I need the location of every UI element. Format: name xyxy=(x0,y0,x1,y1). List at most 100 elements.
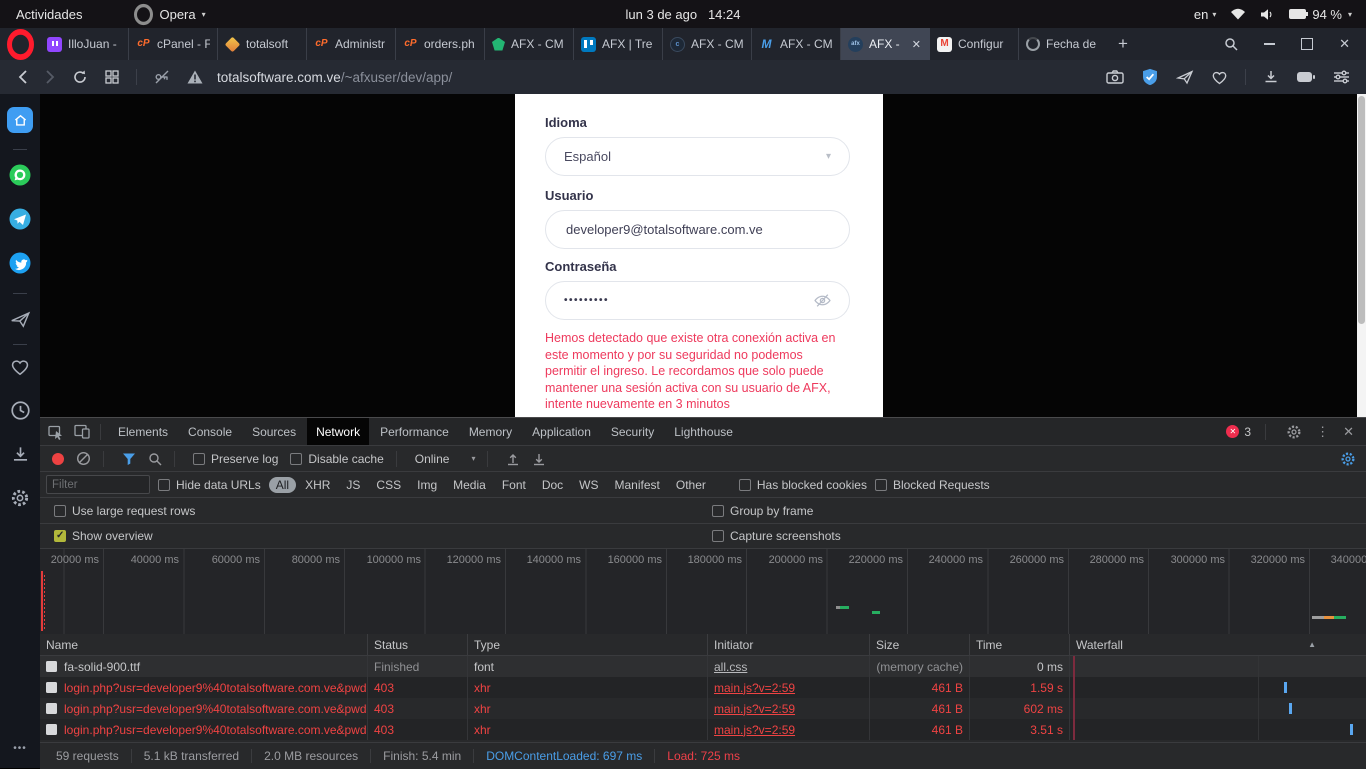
keyboard-layout[interactable]: en ▾ xyxy=(1194,7,1216,22)
kebab-menu-icon[interactable]: ⋮ xyxy=(1316,424,1329,440)
activities-button[interactable]: Actividades xyxy=(0,0,98,28)
table-row[interactable]: login.php?usr=developer9%40totalsoftware… xyxy=(40,698,1366,719)
filter-pill-other[interactable]: Other xyxy=(669,477,713,493)
my-flow-plane-icon[interactable] xyxy=(9,309,31,328)
devtools-close-icon[interactable]: ✕ xyxy=(1343,424,1354,440)
close-window-icon[interactable]: ✕ xyxy=(1339,36,1350,52)
tab-totalsoft[interactable]: totalsoft xyxy=(218,28,307,60)
tab-sources[interactable]: Sources xyxy=(243,418,305,445)
request-initiator-link[interactable]: main.js?v=2:59 xyxy=(714,681,795,695)
tab-afx-cms-3[interactable]: M AFX - CM xyxy=(752,28,841,60)
settings-gear-icon[interactable] xyxy=(10,488,30,508)
request-initiator-link[interactable]: all.css xyxy=(714,660,747,674)
speed-dial-home-icon[interactable] xyxy=(7,107,33,133)
tab-orders[interactable]: cP orders.ph xyxy=(396,28,485,60)
telegram-icon[interactable] xyxy=(8,207,32,231)
tab-elements[interactable]: Elements xyxy=(109,418,177,445)
downloads-icon[interactable] xyxy=(1263,69,1279,85)
search-icon[interactable] xyxy=(1224,37,1238,51)
preserve-log-checkbox[interactable] xyxy=(193,453,205,465)
page-scrollbar[interactable] xyxy=(1357,94,1366,417)
battery-saver-icon[interactable] xyxy=(1296,71,1316,83)
blocked-requests-option[interactable]: Blocked Requests xyxy=(875,478,990,492)
header-name[interactable]: Name xyxy=(40,634,368,655)
twitter-icon[interactable] xyxy=(8,251,32,275)
opera-logo-icon[interactable] xyxy=(0,28,40,60)
header-waterfall[interactable]: Waterfall ▲ xyxy=(1070,634,1366,655)
import-har-icon[interactable] xyxy=(506,452,520,466)
language-select[interactable]: Español ▾ xyxy=(545,137,850,176)
filter-pill-doc[interactable]: Doc xyxy=(535,477,570,493)
disable-cache-checkbox[interactable] xyxy=(290,453,302,465)
eye-off-icon[interactable] xyxy=(814,293,831,308)
tab-afx-active[interactable]: afx AFX - ✕ xyxy=(841,28,930,60)
tab-fecha[interactable]: Fecha de xyxy=(1019,28,1108,60)
wifi-icon[interactable] xyxy=(1230,8,1246,20)
filter-pill-manifest[interactable]: Manifest xyxy=(608,477,667,493)
filter-pill-all[interactable]: All xyxy=(269,477,296,493)
request-initiator-link[interactable]: main.js?v=2:59 xyxy=(714,702,795,716)
header-type[interactable]: Type xyxy=(468,634,708,655)
blocked-requests-checkbox[interactable] xyxy=(875,479,887,491)
table-row[interactable]: login.php?usr=developer9%40totalsoftware… xyxy=(40,719,1366,740)
show-overview-option[interactable]: Show overview xyxy=(54,529,153,543)
error-badge[interactable]: ✕ 3 xyxy=(1226,425,1251,439)
new-tab-button[interactable]: + xyxy=(1108,28,1138,60)
group-by-frame-checkbox[interactable] xyxy=(712,505,724,517)
clear-icon[interactable] xyxy=(76,451,91,466)
table-row[interactable]: fa-solid-900.ttf Finished font all.css (… xyxy=(40,656,1366,677)
filter-funnel-icon[interactable] xyxy=(122,452,136,466)
filter-pill-ws[interactable]: WS xyxy=(572,477,605,493)
bookmarks-heart-icon[interactable] xyxy=(10,358,30,376)
device-toolbar-icon[interactable] xyxy=(74,424,90,439)
reload-icon[interactable] xyxy=(72,69,88,85)
user-input[interactable] xyxy=(564,221,831,238)
whatsapp-icon[interactable] xyxy=(8,163,32,187)
header-size[interactable]: Size xyxy=(870,634,970,655)
tab-performance[interactable]: Performance xyxy=(371,418,458,445)
hide-data-urls-checkbox[interactable] xyxy=(158,479,170,491)
tab-trello[interactable]: AFX | Tre xyxy=(574,28,663,60)
devtools-settings-gear-icon[interactable] xyxy=(1286,424,1302,440)
capture-screenshots-option[interactable]: Capture screenshots xyxy=(712,529,841,543)
tab-configur[interactable]: M Configur xyxy=(930,28,1019,60)
has-blocked-cookies-option[interactable]: Has blocked cookies xyxy=(739,478,867,492)
disable-cache-option[interactable]: Disable cache xyxy=(290,452,383,466)
adblock-shield-icon[interactable] xyxy=(1141,68,1159,86)
tab-illojuan[interactable]: IlloJuan - xyxy=(40,28,129,60)
downloads-arrow-icon[interactable] xyxy=(11,445,30,464)
group-by-frame-option[interactable]: Group by frame xyxy=(712,504,813,518)
sidebar-more-icon[interactable]: ••• xyxy=(13,743,27,754)
tab-tiling-icon[interactable] xyxy=(105,70,119,84)
filter-pill-css[interactable]: CSS xyxy=(369,477,408,493)
filter-pill-img[interactable]: Img xyxy=(410,477,444,493)
maximize-icon[interactable] xyxy=(1301,38,1313,50)
tab-afx-cms-2[interactable]: c AFX - CM xyxy=(663,28,752,60)
capture-screenshots-checkbox[interactable] xyxy=(712,530,724,542)
network-overview-timeline[interactable]: 20000 ms 40000 ms 60000 ms 80000 ms 1000… xyxy=(40,549,1366,635)
request-initiator-link[interactable]: main.js?v=2:59 xyxy=(714,723,795,737)
my-flow-icon[interactable] xyxy=(1176,69,1194,85)
use-large-rows-option[interactable]: Use large request rows xyxy=(54,504,195,518)
tab-security[interactable]: Security xyxy=(602,418,663,445)
volume-icon[interactable] xyxy=(1260,8,1275,21)
tab-afx-cms-1[interactable]: AFX - CM xyxy=(485,28,574,60)
tab-lighthouse[interactable]: Lighthouse xyxy=(665,418,742,445)
tab-close-icon[interactable]: ✕ xyxy=(910,38,923,51)
insecure-key-icon[interactable] xyxy=(154,69,170,85)
table-row[interactable]: login.php?usr=developer9%40totalsoftware… xyxy=(40,677,1366,698)
has-blocked-cookies-checkbox[interactable] xyxy=(739,479,751,491)
url-text[interactable]: totalsoftware.com.ve/~afxuser/dev/app/ xyxy=(217,70,452,85)
preserve-log-option[interactable]: Preserve log xyxy=(193,452,278,466)
forward-icon[interactable] xyxy=(45,69,55,85)
app-menu[interactable]: Opera ▾ xyxy=(134,5,205,24)
tab-administr[interactable]: cP Administr xyxy=(307,28,396,60)
hide-data-urls-option[interactable]: Hide data URLs xyxy=(158,478,261,492)
use-large-rows-checkbox[interactable] xyxy=(54,505,66,517)
back-icon[interactable] xyxy=(18,69,28,85)
tab-network[interactable]: Network xyxy=(307,418,369,445)
export-har-icon[interactable] xyxy=(532,452,546,466)
bookmark-heart-icon[interactable] xyxy=(1211,70,1228,85)
filter-input[interactable] xyxy=(46,475,150,494)
record-icon[interactable] xyxy=(52,453,64,465)
